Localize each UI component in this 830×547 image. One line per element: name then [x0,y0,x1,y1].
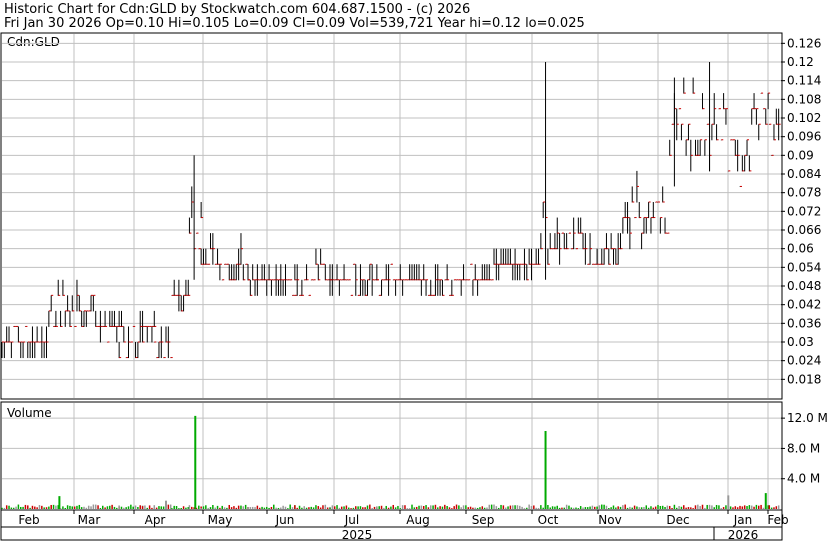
x-tick-label: Dec [666,513,689,527]
y-tick-label: 0.096 [787,130,821,144]
x-year-label: 2026 [728,528,759,542]
volume-y-axis: 12.0 M 8.0 M 4.0 M [781,411,828,486]
y-tick-label: 0.12 [787,55,814,69]
y-tick-label: 0.03 [787,335,814,349]
price-panel [0,32,783,400]
y-tick-label: 0.078 [787,186,821,200]
x-tick-label: Jan [733,513,753,527]
price-panel-label: Cdn:GLD [7,35,60,49]
x-tick-label: Feb [767,513,788,527]
volume-y-tick-label: 12.0 M [787,411,828,425]
chart-subtitle-quote: Fri Jan 30 2026 Op=0.10 Hi=0.105 Lo=0.09… [4,16,585,31]
x-tick-label: Apr [145,513,166,527]
x-tick-label: Mar [78,513,101,527]
y-tick-label: 0.09 [787,148,814,162]
y-tick-label: 0.048 [787,279,821,293]
stock-chart: Historic Chart for Cdn:GLD by Stockwatch… [0,0,830,543]
y-tick-label: 0.126 [787,36,821,50]
x-tick-label: Feb [18,513,39,527]
y-tick-label: 0.084 [787,167,821,181]
y-tick-label: 0.054 [787,260,821,274]
y-tick-label: 0.102 [787,111,821,125]
x-tick-label: Sep [472,513,495,527]
y-tick-label: 0.108 [787,92,821,106]
y-tick-label: 0.06 [787,242,814,256]
chart-title: Historic Chart for Cdn:GLD by Stockwatch… [4,2,470,17]
x-year-label: 2025 [342,528,373,542]
x-tick-label: Jun [275,513,295,527]
chart-canvas: Historic Chart for Cdn:GLD by Stockwatch… [0,2,828,542]
price-y-axis: 0.126 0.12 0.114 0.108 0.102 0.096 0.09 0.084 0.… [781,36,821,386]
y-tick-label: 0.066 [787,223,821,237]
x-axis-strip [0,509,783,541]
volume-y-tick-label: 8.0 M [787,441,820,455]
x-tick-label: Aug [406,513,429,527]
y-tick-label: 0.114 [787,74,821,88]
y-tick-label: 0.024 [787,354,821,368]
x-tick-label: May [208,513,233,527]
x-tick-label: Oct [538,513,559,527]
x-tick-label: Nov [598,513,621,527]
y-tick-label: 0.042 [787,298,821,312]
x-tick-label: Jul [344,513,359,527]
y-tick-label: 0.036 [787,316,821,330]
y-tick-label: 0.018 [787,372,821,386]
volume-y-tick-label: 4.0 M [787,472,820,486]
y-tick-label: 0.072 [787,204,821,218]
